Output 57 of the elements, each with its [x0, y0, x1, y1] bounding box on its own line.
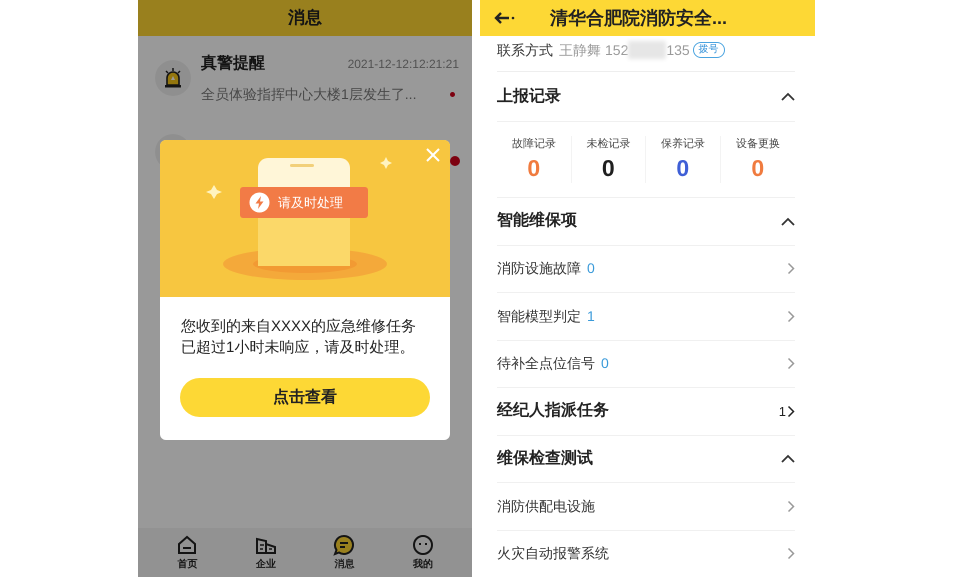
tab-item[interactable]: 首页 [162, 534, 212, 572]
tab-item[interactable]: 消息 [319, 534, 370, 572]
page-title: 清华合肥院消防安全... [550, 6, 728, 30]
message-time: 2021-12-12:12:21:21 [348, 56, 459, 73]
list-item[interactable]: 待补全点位信号 0 [497, 340, 795, 388]
chevron-right-icon [787, 310, 795, 323]
stat-value: 0 [676, 154, 690, 183]
close-icon [425, 147, 441, 163]
home-icon [176, 534, 198, 556]
chevron-right-icon [787, 262, 795, 276]
back-arrow-icon [494, 11, 516, 25]
item-count: 1 [587, 306, 595, 326]
chevron-right-icon [787, 547, 795, 560]
chevron-right-icon [787, 357, 795, 370]
item-label: 智能模型判定 [497, 306, 581, 326]
item-count: 0 [587, 259, 595, 278]
chevron-right-icon [787, 500, 795, 513]
redaction-mark [628, 41, 666, 59]
face-icon [412, 534, 434, 556]
item-label: 消防设施故障 [497, 259, 581, 278]
tab-item[interactable]: 企业 [240, 534, 291, 572]
list-item[interactable]: 消防设施故障 0 [497, 246, 795, 293]
phone-number: 135 [666, 40, 690, 60]
task-count: 1 [778, 402, 786, 420]
message-preview: 全员体验指挥中心大楼1层发生了... [201, 85, 416, 104]
contact-label: 联系方式 [497, 40, 553, 60]
section-header[interactable]: 经纪人指派任务 1 [497, 388, 795, 436]
list-item[interactable]: 智能模型判定 1 [497, 293, 795, 340]
dialog-message: 您收到的来自XXXX的应急维修任务已超过1小时未响应，请及时处理。 [180, 317, 418, 358]
item-label: 消防供配电设施 [497, 496, 595, 516]
contact-name: 王静舞 [559, 40, 601, 60]
chat-bubble-icon [333, 534, 356, 556]
alarm-light-icon [162, 67, 184, 89]
section-header[interactable]: 维保检查测试 [497, 436, 795, 483]
list-item[interactable]: 消防供配电设施 [497, 483, 795, 530]
item-label: 火灾自动报警系统 [497, 544, 609, 564]
stat-value: 0 [751, 154, 764, 183]
section-header[interactable]: 上报记录 [497, 72, 795, 122]
page-title: 消息 [288, 7, 322, 30]
chevron-right-icon [787, 404, 795, 418]
item-count: 0 [601, 354, 609, 374]
message-title: 真警提醒 [201, 54, 265, 74]
tab-item[interactable]: 我的 [398, 534, 448, 572]
phone-number: 152 [605, 40, 628, 60]
view-button[interactable]: 点击查看 [180, 378, 430, 417]
message-item[interactable]: 真警提醒 2021-12-12:12:21:21 全员体验指挥中心大楼1层发生了... [138, 36, 472, 110]
list-item[interactable]: 火灾自动报警系统 [497, 530, 795, 577]
stat-label: 保养记录 [660, 136, 705, 152]
stat-label: 未检记录 [586, 137, 630, 152]
badge-text: 请及时处理 [278, 194, 343, 212]
lightning-icon [249, 192, 270, 213]
item-label: 待补全点位信号 [497, 354, 595, 374]
section-header[interactable]: 智能维保项 [497, 198, 795, 246]
stat-value: 0 [602, 154, 615, 183]
stat-label: 设备更换 [736, 137, 780, 152]
stat-label: 故障记录 [512, 136, 556, 152]
stat-value: 0 [527, 154, 540, 183]
